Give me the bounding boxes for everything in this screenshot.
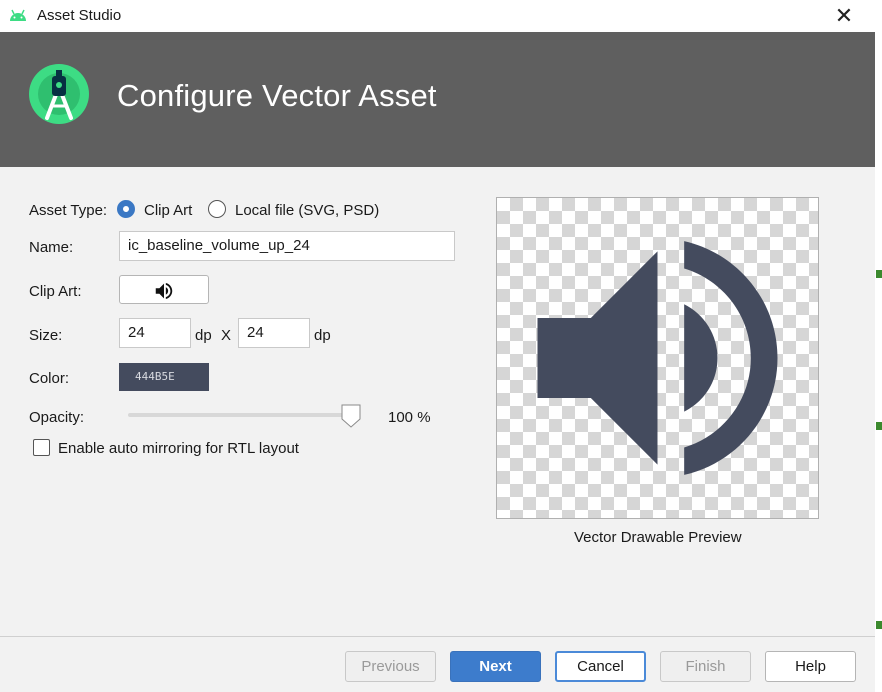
preview-caption: Vector Drawable Preview xyxy=(574,529,742,546)
radio-local-file[interactable] xyxy=(208,200,226,218)
previous-button[interactable]: Previous xyxy=(345,651,436,682)
clip-art-button[interactable] xyxy=(119,275,209,304)
asset-type-label: Asset Type: xyxy=(29,202,108,219)
size-separator: X xyxy=(221,327,232,344)
radio-clip-art-label[interactable]: Clip Art xyxy=(144,202,192,219)
background-code-fragment xyxy=(876,621,882,629)
opacity-slider-thumb[interactable] xyxy=(341,404,361,428)
help-button[interactable]: Help xyxy=(765,651,856,682)
clip-art-label: Clip Art: xyxy=(29,283,82,300)
auto-mirroring-label[interactable]: Enable auto mirroring for RTL layout xyxy=(58,440,299,457)
android-studio-logo-icon xyxy=(29,64,89,124)
opacity-label: Opacity: xyxy=(29,409,85,426)
asset-studio-window: Asset Studio ✕ Configure Vector Asset As… xyxy=(0,0,875,692)
footer-divider xyxy=(0,636,875,637)
next-button[interactable]: Next xyxy=(450,651,541,682)
opacity-value: 100 % xyxy=(388,409,431,426)
window-title: Asset Studio xyxy=(37,7,122,24)
width-unit-label: dp xyxy=(195,327,212,344)
color-picker-button[interactable]: 444B5E xyxy=(119,363,209,391)
background-code-fragment xyxy=(876,270,882,278)
radio-clip-art[interactable] xyxy=(117,200,135,218)
cancel-button[interactable]: Cancel xyxy=(555,651,646,682)
radio-local-file-label[interactable]: Local file (SVG, PSD) xyxy=(235,202,379,219)
header-banner: Configure Vector Asset xyxy=(0,32,875,167)
color-label: Color: xyxy=(29,370,70,387)
android-icon xyxy=(10,9,26,21)
close-icon: ✕ xyxy=(834,3,854,28)
volume-up-preview-icon xyxy=(537,241,778,475)
height-unit-label: dp xyxy=(314,327,331,344)
name-label: Name: xyxy=(29,239,74,256)
background-window-edge xyxy=(875,0,882,692)
opacity-slider-track[interactable] xyxy=(128,413,358,417)
finish-button[interactable]: Finish xyxy=(660,651,751,682)
page-heading: Configure Vector Asset xyxy=(117,78,437,113)
title-bar: Asset Studio ✕ xyxy=(0,0,875,32)
name-input[interactable]: ic_baseline_volume_up_24 xyxy=(119,231,455,261)
background-code-fragment xyxy=(876,422,882,430)
size-label: Size: xyxy=(29,327,63,344)
auto-mirroring-checkbox[interactable] xyxy=(33,439,50,456)
width-input[interactable]: 24 xyxy=(119,318,191,348)
volume-up-icon xyxy=(155,282,173,300)
vector-preview xyxy=(496,197,819,519)
close-button[interactable]: ✕ xyxy=(830,2,858,30)
height-input[interactable]: 24 xyxy=(238,318,310,348)
